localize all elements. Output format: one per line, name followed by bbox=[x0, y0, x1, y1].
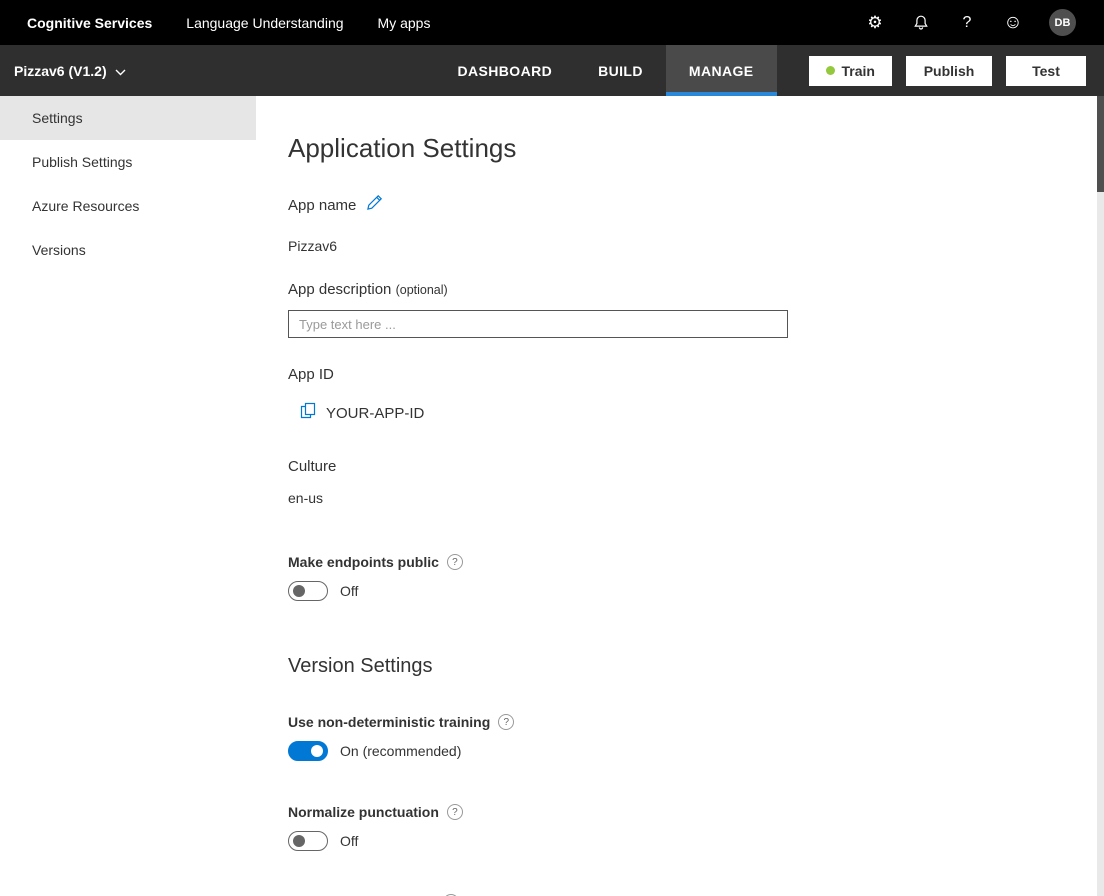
app-id-label: App ID bbox=[288, 366, 1064, 383]
app-toolbar: Pizzav6 (V1.2) DASHBOARD BUILD MANAGE Tr… bbox=[0, 45, 1104, 96]
culture-value: en-us bbox=[288, 490, 1064, 506]
settings-content: Application Settings App name Pizzav6 Ap… bbox=[256, 96, 1104, 896]
settings-sidebar: Settings Publish Settings Azure Resource… bbox=[0, 96, 256, 896]
nav-my-apps[interactable]: My apps bbox=[378, 15, 431, 31]
edit-pencil-icon[interactable] bbox=[366, 194, 383, 216]
normalize-punctuation-toggle[interactable] bbox=[288, 831, 328, 851]
train-button[interactable]: Train bbox=[809, 56, 892, 86]
chevron-down-icon bbox=[115, 63, 126, 79]
toggle-knob bbox=[311, 745, 323, 757]
tab-dashboard[interactable]: DASHBOARD bbox=[435, 45, 576, 96]
tab-build[interactable]: BUILD bbox=[575, 45, 666, 96]
app-name-value: Pizzav6 bbox=[288, 238, 1064, 254]
nondeterministic-toggle-row: On (recommended) bbox=[288, 741, 1064, 761]
normalize-punctuation-toggle-state: Off bbox=[340, 833, 358, 849]
endpoints-help-icon[interactable]: ? bbox=[447, 554, 463, 570]
nondeterministic-toggle-state: On (recommended) bbox=[340, 743, 461, 759]
culture-label: Culture bbox=[288, 458, 1064, 475]
nav-language-understanding[interactable]: Language Understanding bbox=[186, 15, 343, 31]
endpoints-toggle[interactable] bbox=[288, 581, 328, 601]
nav-cognitive-services[interactable]: Cognitive Services bbox=[27, 15, 152, 31]
app-id-row: YOUR-APP-ID bbox=[288, 402, 1064, 424]
scrollbar-thumb[interactable] bbox=[1097, 96, 1104, 192]
nondeterministic-label-row: Use non-deterministic training ? bbox=[288, 714, 1064, 730]
normalize-punctuation-toggle-group: Normalize punctuation ? Off bbox=[288, 804, 1064, 851]
app-description-optional-text: (optional) bbox=[396, 283, 448, 297]
normalize-punctuation-toggle-label: Normalize punctuation bbox=[288, 804, 439, 820]
endpoints-toggle-state: Off bbox=[340, 583, 358, 599]
nondeterministic-toggle-group: Use non-deterministic training ? On (rec… bbox=[288, 714, 1064, 761]
sidebar-item-azure-resources[interactable]: Azure Resources bbox=[0, 184, 256, 228]
main-tabs: DASHBOARD BUILD MANAGE bbox=[435, 45, 777, 96]
app-id-value: YOUR-APP-ID bbox=[326, 405, 424, 422]
endpoints-label-row: Make endpoints public ? bbox=[288, 554, 1064, 570]
top-nav-links: Cognitive Services Language Understandin… bbox=[27, 15, 430, 31]
nondeterministic-help-icon[interactable]: ? bbox=[498, 714, 514, 730]
normalize-punctuation-label-row: Normalize punctuation ? bbox=[288, 804, 1064, 820]
vertical-scrollbar[interactable] bbox=[1097, 96, 1104, 896]
publish-button[interactable]: Publish bbox=[906, 56, 992, 86]
app-version-selector[interactable]: Pizzav6 (V1.2) bbox=[14, 63, 126, 79]
notifications-bell-icon[interactable] bbox=[911, 13, 931, 33]
nondeterministic-toggle[interactable] bbox=[288, 741, 328, 761]
app-description-input[interactable] bbox=[288, 310, 788, 338]
endpoints-toggle-label: Make endpoints public bbox=[288, 554, 439, 570]
feedback-smiley-icon[interactable]: ☺ bbox=[1003, 13, 1023, 33]
test-button[interactable]: Test bbox=[1006, 56, 1086, 86]
normalize-punctuation-toggle-row: Off bbox=[288, 831, 1064, 851]
help-question-icon[interactable]: ? bbox=[957, 13, 977, 33]
tab-manage[interactable]: MANAGE bbox=[666, 45, 777, 96]
sidebar-item-settings[interactable]: Settings bbox=[0, 96, 256, 140]
train-status-dot-icon bbox=[826, 66, 835, 75]
sidebar-item-versions[interactable]: Versions bbox=[0, 228, 256, 272]
app-name-label: App name bbox=[288, 197, 356, 214]
page-title: Application Settings bbox=[288, 133, 1064, 164]
train-button-label: Train bbox=[842, 63, 875, 79]
top-navigation-bar: Cognitive Services Language Understandin… bbox=[0, 0, 1104, 45]
page-body: Settings Publish Settings Azure Resource… bbox=[0, 96, 1104, 896]
top-nav-actions: ⚙ ? ☺ DB bbox=[865, 9, 1076, 36]
normalize-punctuation-help-icon[interactable]: ? bbox=[447, 804, 463, 820]
app-description-label-text: App description bbox=[288, 281, 396, 298]
app-version-label: Pizzav6 (V1.2) bbox=[14, 63, 107, 79]
endpoints-toggle-group: Make endpoints public ? Off bbox=[288, 554, 1064, 601]
copy-icon[interactable] bbox=[300, 402, 316, 424]
toolbar-actions: Train Publish Test bbox=[809, 56, 1086, 86]
toggle-knob bbox=[293, 585, 305, 597]
version-settings-title: Version Settings bbox=[288, 655, 1064, 678]
endpoints-toggle-row: Off bbox=[288, 581, 1064, 601]
toggle-knob bbox=[293, 835, 305, 847]
settings-gear-icon[interactable]: ⚙ bbox=[865, 13, 885, 33]
nondeterministic-toggle-label: Use non-deterministic training bbox=[288, 714, 490, 730]
sidebar-item-publish-settings[interactable]: Publish Settings bbox=[0, 140, 256, 184]
user-avatar[interactable]: DB bbox=[1049, 9, 1076, 36]
app-description-label: App description (optional) bbox=[288, 281, 1064, 298]
app-name-label-row: App name bbox=[288, 194, 1064, 216]
